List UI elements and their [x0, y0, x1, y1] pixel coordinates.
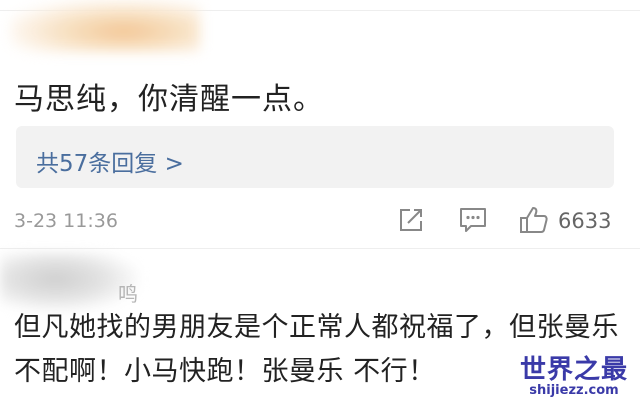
- like-count: 6633: [558, 209, 612, 233]
- comment-divider: [0, 248, 640, 249]
- like-icon[interactable]: [518, 205, 548, 235]
- watermark-url: shijiezz.com: [529, 383, 619, 398]
- watermark-title: 世界之最: [519, 355, 628, 385]
- comment-meta-row: 3-23 11:36 6633: [0, 196, 640, 244]
- timestamp: 3-23 11:36: [14, 210, 118, 232]
- view-replies-link[interactable]: 共57条回复 >: [36, 144, 184, 178]
- comment-text: 马思纯，你清醒一点。: [14, 82, 324, 117]
- share-icon[interactable]: [396, 205, 426, 235]
- replies-panel[interactable]: 共57条回复 >: [16, 126, 614, 188]
- username[interactable]: 鸣: [118, 278, 138, 307]
- watermark-logo: 世界之最 shijiezz.com: [520, 356, 628, 398]
- avatar-blurred[interactable]: [10, 0, 200, 52]
- comment-icon[interactable]: [458, 205, 488, 235]
